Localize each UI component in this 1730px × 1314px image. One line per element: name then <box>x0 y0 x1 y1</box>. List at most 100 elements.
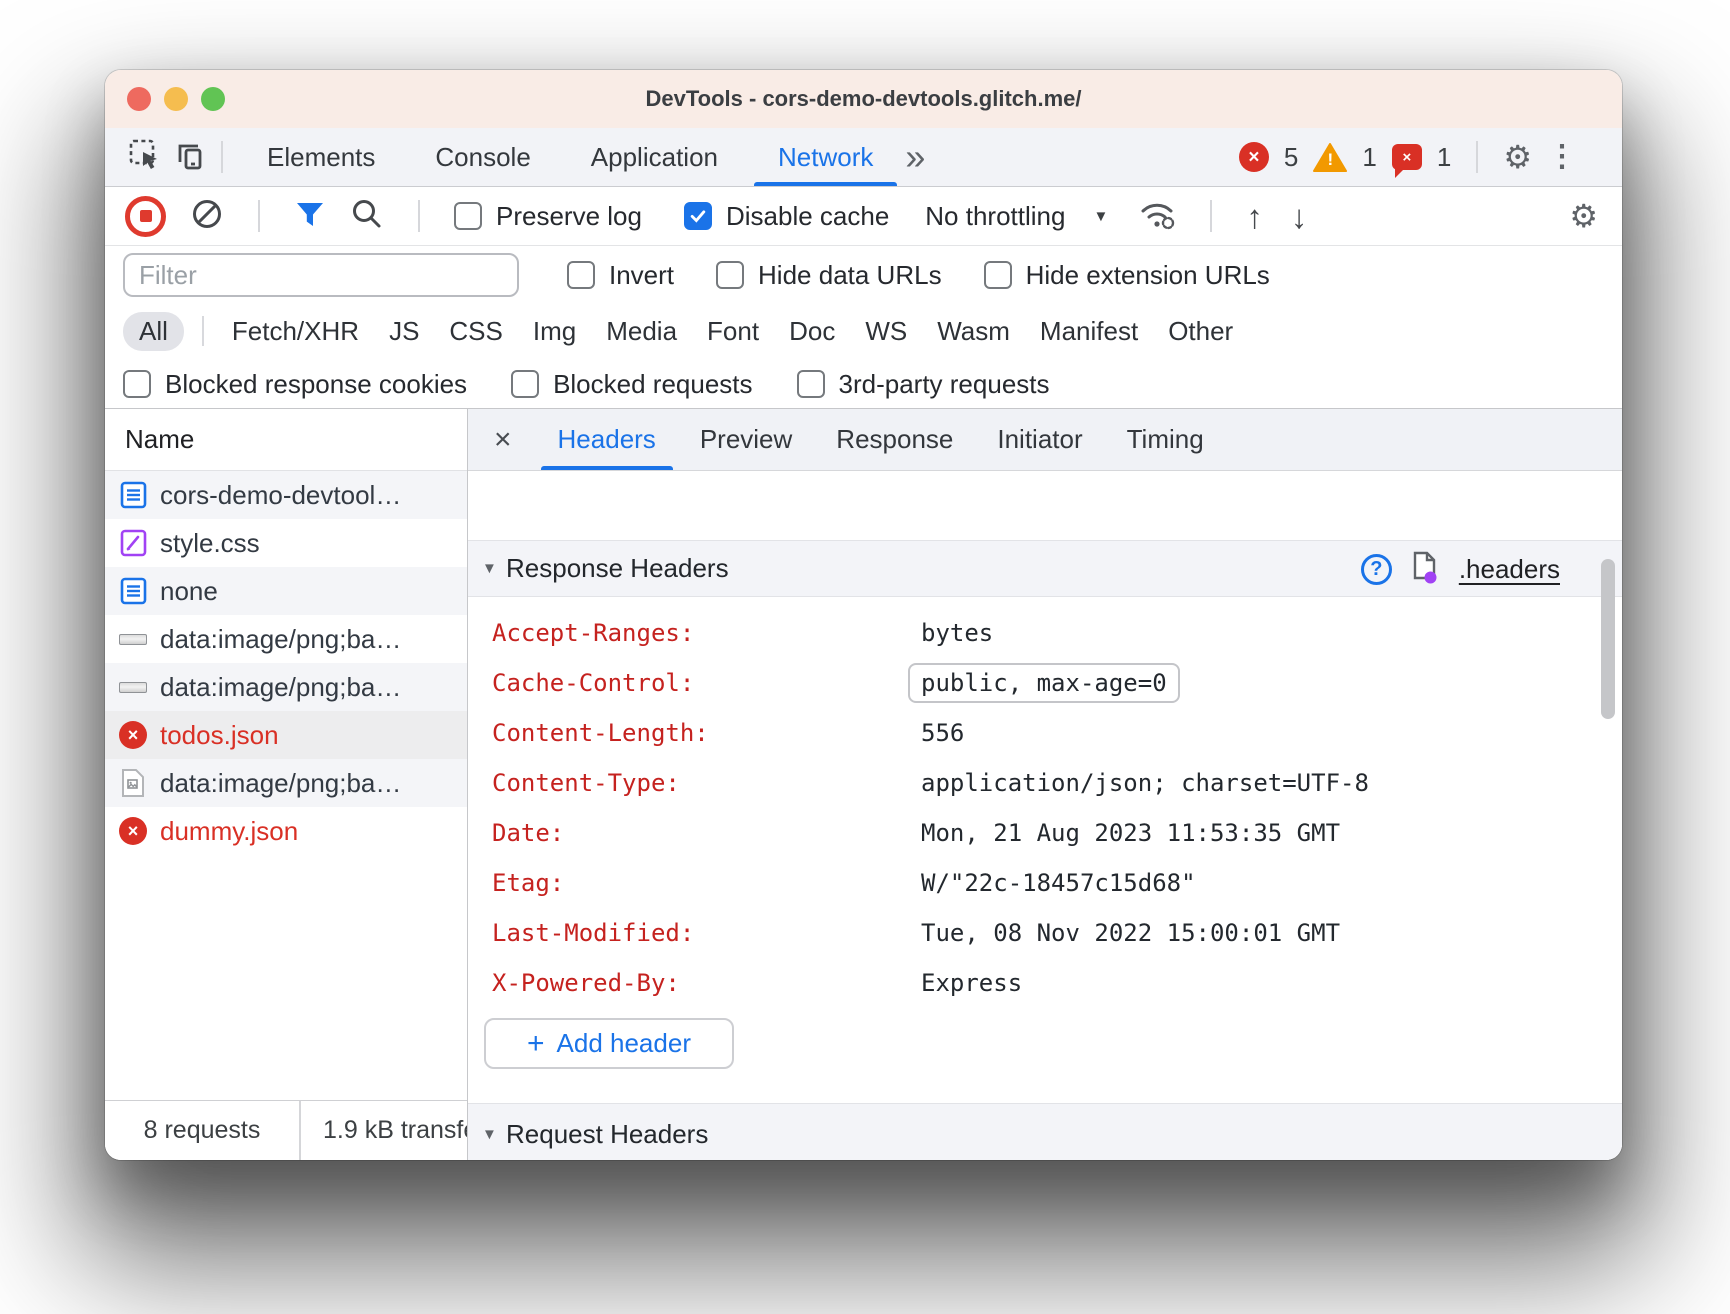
header-name: Cache-Control: <box>492 669 921 697</box>
network-workspace: Name <box>105 408 1622 1160</box>
header-name: Etag: <box>492 869 921 897</box>
request-row[interactable]: × none <box>105 567 467 615</box>
record-network-log-button[interactable] <box>125 196 166 237</box>
resource-type-pill[interactable]: Img <box>533 312 576 351</box>
close-window-button[interactable] <box>127 87 151 111</box>
name-column-header[interactable]: Name <box>105 409 467 471</box>
device-toolbar-icon <box>172 138 206 177</box>
search-icon[interactable] <box>350 197 384 236</box>
export-har-icon[interactable]: ↑ <box>1246 200 1263 233</box>
clear-network-log-button[interactable] <box>190 197 224 236</box>
main-tab[interactable]: Elements <box>237 128 405 186</box>
main-tab-label: Application <box>591 142 718 173</box>
main-toolbar: Elements Console Application Network » ×… <box>105 128 1622 187</box>
response-header-row: Etag: W/"22c-18457c15d68" <box>468 858 1622 908</box>
detail-tab-label: Initiator <box>997 424 1082 455</box>
headers-override-link[interactable]: .headers <box>1459 554 1560 585</box>
detail-tab[interactable]: Response <box>814 409 975 470</box>
detail-tab-label: Preview <box>700 424 792 455</box>
throttling-select[interactable]: No throttling ▼ <box>925 201 1108 232</box>
header-value[interactable]: 556 <box>921 719 964 747</box>
scrollbar-thumb[interactable] <box>1601 559 1615 719</box>
request-row[interactable]: × data:image/png;ba… <box>105 759 467 807</box>
hide-data-urls-checkbox[interactable] <box>716 261 744 289</box>
resource-type-pill[interactable]: Wasm <box>937 312 1010 351</box>
add-header-label: Add header <box>557 1028 691 1059</box>
request-row[interactable]: × todos.json <box>105 711 467 759</box>
network-settings-gear-icon[interactable]: ⚙ <box>1569 200 1598 232</box>
response-header-row: Date: Mon, 21 Aug 2023 11:53:35 GMT <box>468 808 1622 858</box>
header-value[interactable]: W/"22c-18457c15d68" <box>921 869 1196 897</box>
issues-badge-icon[interactable]: × <box>1392 144 1422 170</box>
add-header-button[interactable]: + Add header <box>484 1018 734 1069</box>
inspect-element-button[interactable] <box>123 135 167 179</box>
header-name: Content-Length: <box>492 719 921 747</box>
request-row[interactable]: × style.css <box>105 519 467 567</box>
resource-type-pill[interactable]: WS <box>865 312 907 351</box>
resource-type-pill[interactable]: Doc <box>789 312 835 351</box>
response-header-row: X-Powered-By: Express <box>468 958 1622 1008</box>
error-badge-icon[interactable]: × <box>1239 142 1269 172</box>
devtools-window: DevTools - cors-demo-devtools.glitch.me/ <box>105 70 1622 1160</box>
resource-type-pill[interactable]: Font <box>707 312 759 351</box>
response-headers-section[interactable]: ▼ Response Headers ? .headers <box>468 540 1622 597</box>
image-strip-icon <box>119 624 147 654</box>
resource-type-pill[interactable]: CSS <box>449 312 502 351</box>
resource-type-pill[interactable]: JS <box>389 312 419 351</box>
filter-funnel-icon[interactable] <box>294 199 326 234</box>
main-tab[interactable]: Console <box>405 128 560 186</box>
request-row[interactable]: × data:image/png;ba… <box>105 663 467 711</box>
summary-bar: 8 requests 1.9 kB transferred <box>105 1100 467 1160</box>
header-value[interactable]: Mon, 21 Aug 2023 11:53:35 GMT <box>921 819 1340 847</box>
help-icon[interactable]: ? <box>1361 554 1392 585</box>
fullscreen-window-button[interactable] <box>201 87 225 111</box>
disable-cache-checkbox[interactable] <box>684 202 712 230</box>
advanced-filter-checkbox[interactable] <box>797 370 825 398</box>
header-value[interactable]: Express <box>921 969 1022 997</box>
header-value[interactable]: application/json; charset=UTF-8 <box>921 769 1369 797</box>
resource-type-pill[interactable]: Other <box>1168 312 1233 351</box>
import-har-icon[interactable]: ↓ <box>1291 200 1308 233</box>
detail-tab[interactable]: Initiator <box>975 409 1104 470</box>
header-value[interactable]: bytes <box>921 619 993 647</box>
hide-extension-urls-checkbox[interactable] <box>984 261 1012 289</box>
settings-gear-icon[interactable]: ⚙ <box>1503 141 1532 173</box>
minimize-window-button[interactable] <box>164 87 188 111</box>
resource-type-label: Media <box>606 316 677 347</box>
network-toolbar: Preserve log Disable cache No throttling… <box>105 187 1622 246</box>
main-tab[interactable]: Network <box>748 128 903 186</box>
resource-type-label: Other <box>1168 316 1233 347</box>
resource-type-pill[interactable]: All <box>123 312 184 351</box>
resource-type-pill[interactable]: Fetch/XHR <box>202 312 359 351</box>
overflow-menu-icon[interactable]: ⋮ <box>1547 142 1577 172</box>
resource-type-label: Wasm <box>937 316 1010 347</box>
header-overrides-file-icon[interactable] <box>1412 550 1439 589</box>
more-tabs-icon[interactable]: » <box>905 139 925 175</box>
header-value[interactable]: Tue, 08 Nov 2022 15:00:01 GMT <box>921 919 1340 947</box>
warning-badge-icon[interactable]: ! <box>1313 142 1347 173</box>
main-tab[interactable]: Application <box>561 128 748 186</box>
collapse-triangle-icon[interactable]: ▼ <box>482 560 506 577</box>
request-headers-section[interactable]: ▼ Request Headers <box>468 1103 1622 1160</box>
advanced-filter-checkbox[interactable] <box>123 370 151 398</box>
plus-icon: + <box>527 1029 545 1059</box>
header-value[interactable]: public, max-age=0 <box>908 663 1180 703</box>
error-count: 5 <box>1284 142 1298 173</box>
request-row[interactable]: × cors-demo-devtool… <box>105 471 467 519</box>
detail-tab[interactable]: Timing <box>1105 409 1226 470</box>
request-row[interactable]: × data:image/png;ba… <box>105 615 467 663</box>
request-details-panel: × Headers Preview Response Initiator <box>467 409 1622 1160</box>
invert-checkbox[interactable] <box>567 261 595 289</box>
detail-tab[interactable]: Preview <box>678 409 814 470</box>
resource-type-pill[interactable]: Manifest <box>1040 312 1138 351</box>
network-conditions-icon[interactable] <box>1138 197 1176 236</box>
resource-type-pill[interactable]: Media <box>606 312 677 351</box>
preserve-log-checkbox[interactable] <box>454 202 482 230</box>
collapse-triangle-icon[interactable]: ▼ <box>482 1126 506 1143</box>
filter-input[interactable] <box>123 253 519 297</box>
close-details-icon[interactable]: × <box>494 425 512 455</box>
request-row[interactable]: × dummy.json <box>105 807 467 855</box>
device-toolbar-button[interactable] <box>167 135 211 179</box>
detail-tab[interactable]: Headers <box>536 409 678 470</box>
advanced-filter-checkbox[interactable] <box>511 370 539 398</box>
